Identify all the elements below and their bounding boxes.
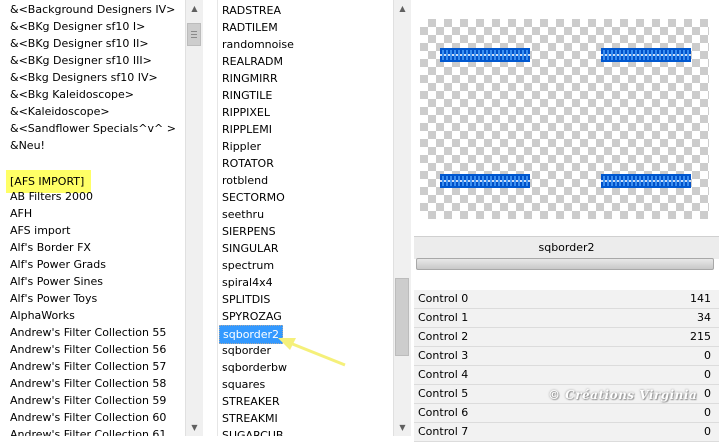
controls-list: Control 0 141 Control 1 34 Control 2 215 Contr… [414,290,719,442]
control-row[interactable]: Control 0 141 [414,290,719,309]
filter-scrollbar[interactable]: ▲ ▼ [393,0,411,436]
control-value: 0 [704,406,711,419]
category-item[interactable]: Andrew's Filter Collection 56 [6,341,186,358]
filter-item[interactable]: randomnoise [218,36,394,53]
category-item[interactable]: &<Bkg Designers sf10 IV> [6,69,186,86]
control-label: Control 0 [418,292,469,305]
control-value: 0 [704,368,711,381]
filter-item[interactable]: RIPPIXEL [218,104,394,121]
category-scrollbar[interactable]: ▲ ▼ [185,0,203,436]
control-value: 0 [704,387,711,400]
category-item[interactable]: Andrew's Filter Collection 59 [6,392,186,409]
control-value: 0 [704,349,711,362]
category-item[interactable]: &<BKg Designer sf10 III> [6,52,186,69]
filter-item[interactable]: spiral4x4 [218,274,394,291]
pattern-dash [601,48,691,62]
filter-item[interactable]: SPYROZAG [218,308,394,325]
filter-item[interactable]: RADTILEM [218,19,394,36]
filter-item[interactable]: SIERPENS [218,223,394,240]
filter-item[interactable]: squares [218,376,394,393]
control-label: Control 3 [418,349,469,362]
category-item[interactable]: Andrew's Filter Collection 55 [6,324,186,341]
filter-item[interactable]: STREAKMI [218,410,394,427]
scroll-up-arrow-icon[interactable]: ▲ [394,0,411,17]
filter-item[interactable]: RIPPLEMI [218,121,394,138]
category-item[interactable]: &<Bkg Kaleidoscope> [6,86,186,103]
filter-progress-slider[interactable] [416,258,714,270]
category-item[interactable]: Alf's Power Grads [6,256,186,273]
category-item[interactable]: Alf's Power Sines [6,273,186,290]
control-label: Control 2 [418,330,469,343]
control-row[interactable]: Control 2 215 [414,328,719,347]
filter-list[interactable]: RADSTREA RADTILEM randomnoise REALRADM RINGM… [218,2,394,436]
filter-item[interactable]: SECTORMO [218,189,394,206]
filter-item[interactable]: SPLITDIS [218,291,394,308]
control-label: Control 4 [418,368,469,381]
preview-canvas [420,19,709,219]
scroll-thumb[interactable] [187,23,201,46]
category-list-pane: &<Background Designers IV> &<BKg Designer… [6,0,203,436]
control-row[interactable]: Control 4 0 [414,366,719,385]
filter-item[interactable]: sqborder [218,342,394,359]
control-value: 215 [690,330,711,343]
filter-list-pane: RADSTREA RADTILEM randomnoise REALRADM RINGM… [217,0,411,436]
control-value: 34 [697,311,711,324]
filter-item[interactable]: STREAKER [218,393,394,410]
filter-item[interactable]: RINGTILE [218,87,394,104]
category-item[interactable]: &<Sandflower Specials^v^ > [6,120,186,137]
pattern-dash [601,174,691,188]
control-label: Control 7 [418,425,469,438]
scroll-down-arrow-icon[interactable]: ▼ [394,419,411,436]
filter-item[interactable]: SUGARCUB [218,427,394,436]
control-row[interactable]: Control 7 0 [414,423,719,442]
pattern-dash [440,174,530,188]
filter-item[interactable]: Rippler [218,138,394,155]
category-item[interactable]: AB Filters 2000 [6,188,186,205]
filter-item[interactable]: RINGMIRR [218,70,394,87]
filter-item[interactable]: RADSTREA [218,2,394,19]
category-item[interactable]: Andrew's Filter Collection 57 [6,358,186,375]
category-item[interactable]: &<Kaleidoscope> [6,103,186,120]
control-row[interactable]: Control 1 34 [414,309,719,328]
category-item[interactable]: Alf's Border FX [6,239,186,256]
control-row[interactable]: Control 3 0 [414,347,719,366]
category-item[interactable]: Andrew's Filter Collection 58 [6,375,186,392]
category-item[interactable]: Andrew's Filter Collection 60 [6,409,186,426]
scroll-up-arrow-icon[interactable]: ▲ [186,0,203,17]
filter-preview [414,0,719,234]
filter-item[interactable]: seethru [218,206,394,223]
category-item[interactable]: AFS import [6,222,186,239]
category-item[interactable]: &<Background Designers IV> [6,1,186,18]
filter-item[interactable]: sqborderbw [218,359,394,376]
filter-item[interactable]: SINGULAR [218,240,394,257]
category-item[interactable]: &<BKg Designer sf10 II> [6,35,186,52]
filter-item[interactable]: ROTATOR [218,155,394,172]
filter-item[interactable]: rotblend [218,172,394,189]
category-item[interactable]: Andrew's Filter Collection 61 [6,426,186,436]
control-label: Control 6 [418,406,469,419]
control-label: Control 5 [418,387,469,400]
filter-name-label: sqborder2 [414,236,719,259]
category-item[interactable]: Alf's Power Toys [6,290,186,307]
pattern-dash [440,48,530,62]
category-item[interactable]: AFH [6,205,186,222]
watermark: © Créations Virginia [548,388,698,402]
control-value: 141 [690,292,711,305]
category-item[interactable] [6,154,186,171]
control-value: 0 [704,425,711,438]
control-label: Control 1 [418,311,469,324]
control-row[interactable]: Control 6 0 [414,404,719,423]
filter-item[interactable]: REALRADM [218,53,394,70]
scroll-thumb[interactable] [395,278,409,356]
filter-item[interactable]: spectrum [218,257,394,274]
category-list[interactable]: &<Background Designers IV> &<BKg Designer… [6,1,186,436]
category-item[interactable]: &Neu! [6,137,186,154]
scroll-down-arrow-icon[interactable]: ▼ [186,419,203,436]
category-item[interactable]: &<BKg Designer sf10 I> [6,18,186,35]
category-item[interactable]: AlphaWorks [6,307,186,324]
